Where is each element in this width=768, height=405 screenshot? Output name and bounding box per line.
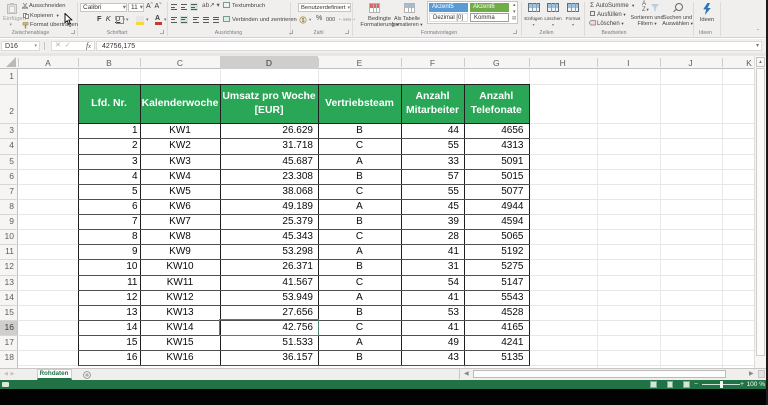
svg-text:$: $ [302, 18, 305, 24]
